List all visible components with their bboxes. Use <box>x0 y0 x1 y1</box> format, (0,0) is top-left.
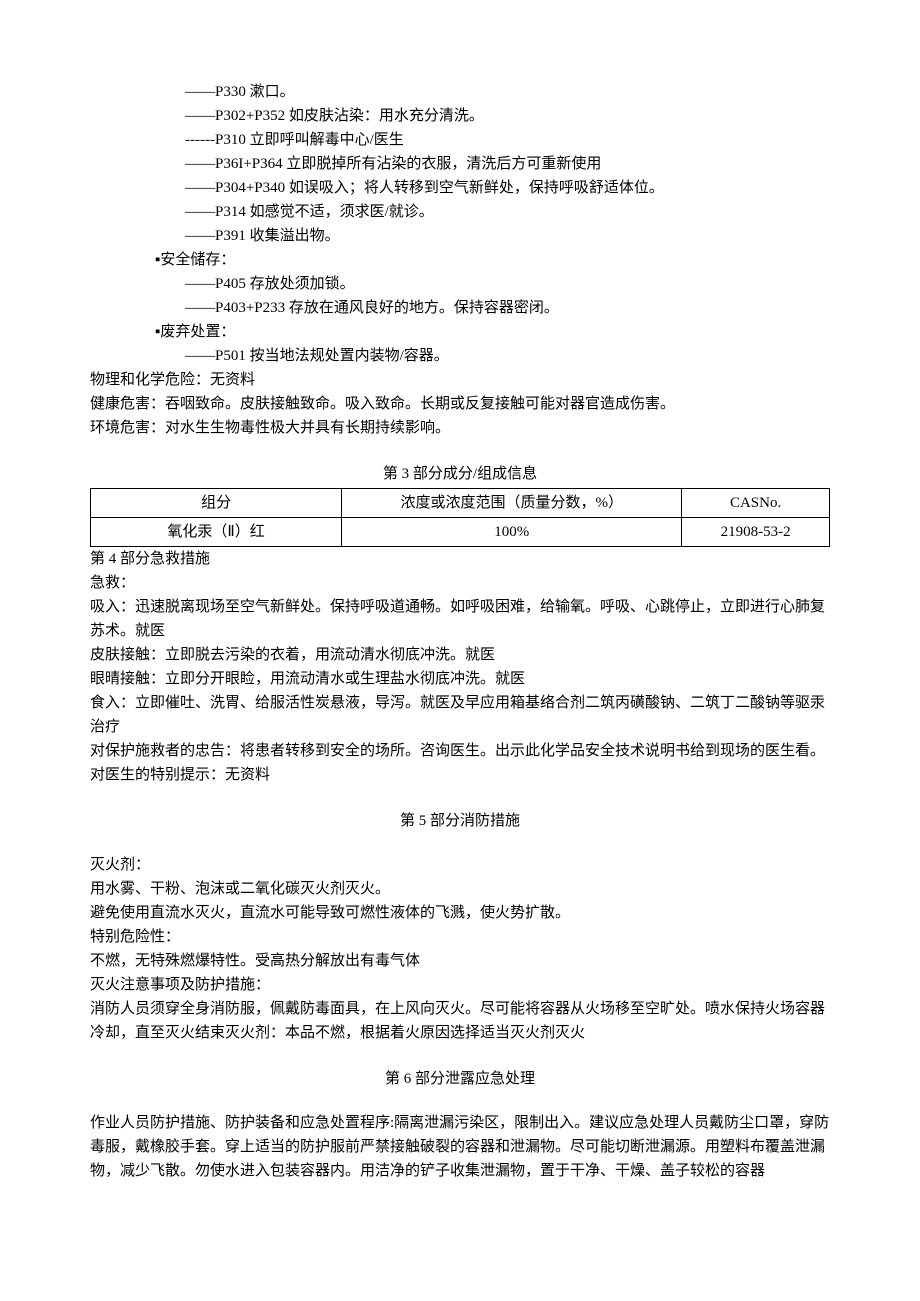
table-header-row: 组分 浓度或浓度范围（质量分数，%） CASNo. <box>91 489 830 518</box>
p-code-line: ——P36I+P364 立即脱掉所有沾染的衣服，清洗后方可重新使用 <box>185 152 830 176</box>
p-code-line: ——P314 如感觉不适，须求医/就诊。 <box>185 200 830 224</box>
fire-line: 消防人员须穿全身消防服，佩戴防毒面具，在上风向灭火。尽可能将容器从火场移至空旷处… <box>90 997 830 1045</box>
p-code-line: ------P310 立即呼叫解毒中心/医生 <box>185 128 830 152</box>
first-aid-line: 眼晴接触：立即分开眼睑，用流动清水或生理盐水彻底冲洗。就医 <box>90 667 830 691</box>
first-aid-line: 皮肤接触：立即脱去污染的衣着，用流动清水彻底冲洗。就医 <box>90 643 830 667</box>
p-code-line: ——P330 漱口。 <box>185 80 830 104</box>
fire-line: 避免使用直流水灭火，直流水可能导致可燃性液体的飞溅，使火势扩散。 <box>90 901 830 925</box>
first-aid-line: 食入：立即催吐、洗胃、给服活性炭悬液，导泻。就医及早应用箱基络合剂二筑丙磺酸钠、… <box>90 691 830 739</box>
th-component: 组分 <box>91 489 342 518</box>
storage-line: ——P405 存放处须加锁。 <box>185 272 830 296</box>
section-6-title: 第 6 部分泄露应急处理 <box>90 1067 830 1091</box>
section-4-title: 第 4 部分急救措施 <box>90 547 830 571</box>
storage-label: ▪安全储存： <box>155 248 830 272</box>
first-aid-line: 急救： <box>90 571 830 595</box>
disposal-label: ▪废弃处置： <box>155 320 830 344</box>
first-aid-line: 对医生的特别提示：无资料 <box>90 763 830 787</box>
fire-line: 用水雾、干粉、泡沫或二氧化碳灭火剂灭火。 <box>90 877 830 901</box>
fire-line: 灭火注意事项及防护措施： <box>90 973 830 997</box>
p-code-line: ——P391 收集溢出物。 <box>185 224 830 248</box>
composition-table: 组分 浓度或浓度范围（质量分数，%） CASNo. 氧化汞（Ⅱ）红 100% 2… <box>90 488 830 547</box>
td-cas: 21908-53-2 <box>682 518 830 547</box>
td-concentration: 100% <box>342 518 682 547</box>
fire-line: 灭火剂： <box>90 853 830 877</box>
phys-chem-hazard: 物理和化学危险：无资料 <box>90 368 830 392</box>
p-code-line: ——P304+P340 如误吸入；将人转移到空气新鲜处，保持呼吸舒适体位。 <box>185 176 830 200</box>
fire-line: 特别危险性： <box>90 925 830 949</box>
env-hazard: 环境危害：对水生生物毒性极大并具有长期持续影响。 <box>90 416 830 440</box>
spill-line: 作业人员防护措施、防护装备和应急处置程序:隔离泄漏污染区，限制出入。建议应急处理… <box>90 1111 830 1183</box>
table-row: 氧化汞（Ⅱ）红 100% 21908-53-2 <box>91 518 830 547</box>
section-3-title: 第 3 部分成分/组成信息 <box>90 462 830 486</box>
first-aid-line: 对保护施救者的忠告：将患者转移到安全的场所。咨询医生。出示此化学品安全技术说明书… <box>90 739 830 763</box>
first-aid-line: 吸入：迅速脱离现场至空气新鲜处。保持呼吸道通畅。如呼吸困难，给输氧。呼吸、心跳停… <box>90 595 830 643</box>
th-cas: CASNo. <box>682 489 830 518</box>
storage-line: ——P403+P233 存放在通风良好的地方。保持容器密闭。 <box>185 296 830 320</box>
health-hazard: 健康危害：吞咽致命。皮肤接触致命。吸入致命。长期或反复接触可能对器官造成伤害。 <box>90 392 830 416</box>
td-component: 氧化汞（Ⅱ）红 <box>91 518 342 547</box>
p-code-line: ——P302+P352 如皮肤沾染：用水充分清洗。 <box>185 104 830 128</box>
disposal-line: ——P501 按当地法规处置内装物/容器。 <box>185 344 830 368</box>
th-concentration: 浓度或浓度范围（质量分数，%） <box>342 489 682 518</box>
fire-line: 不燃，无特殊燃爆特性。受高热分解放出有毒气体 <box>90 949 830 973</box>
section-5-title: 第 5 部分消防措施 <box>90 809 830 833</box>
